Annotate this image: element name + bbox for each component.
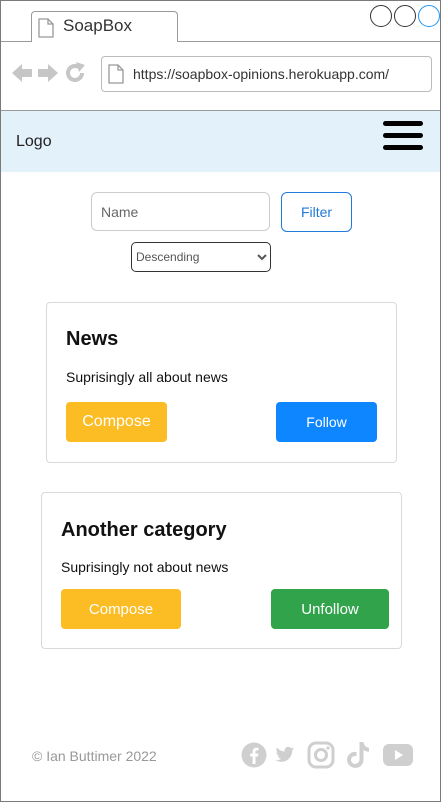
facebook-icon[interactable] bbox=[241, 742, 267, 773]
category-description: Suprisingly all about news bbox=[66, 369, 228, 385]
app-header: Logo bbox=[1, 111, 440, 172]
compose-button[interactable]: Compose bbox=[61, 589, 181, 629]
filter-button[interactable]: Filter bbox=[281, 192, 352, 232]
close-button[interactable] bbox=[418, 5, 440, 27]
nav-buttons bbox=[11, 61, 87, 90]
tab-title: SoapBox bbox=[63, 16, 132, 35]
category-title: Another category bbox=[61, 519, 227, 541]
logo[interactable]: Logo bbox=[16, 133, 52, 151]
page-icon bbox=[38, 18, 54, 43]
browser-window: SoapBox https://soapbox-opinions.herokua… bbox=[0, 0, 441, 802]
forward-arrow-icon[interactable] bbox=[37, 62, 59, 89]
browser-tab[interactable]: SoapBox bbox=[31, 11, 178, 42]
hamburger-menu-icon[interactable] bbox=[383, 121, 423, 157]
name-filter-input[interactable] bbox=[91, 192, 270, 231]
category-card: News Suprisingly all about news Compose … bbox=[46, 302, 397, 463]
window-controls bbox=[370, 5, 440, 27]
youtube-icon[interactable] bbox=[383, 744, 413, 771]
page-icon bbox=[108, 64, 124, 89]
category-description: Suprisingly not about news bbox=[61, 559, 229, 575]
url-text: https://soapbox-opinions.herokuapp.com/ bbox=[133, 66, 390, 82]
follow-button[interactable]: Follow bbox=[276, 402, 377, 442]
twitter-icon[interactable] bbox=[275, 746, 295, 769]
category-title: News bbox=[66, 328, 119, 350]
url-bar[interactable]: https://soapbox-opinions.herokuapp.com/ bbox=[101, 56, 432, 92]
copyright-text: © Ian Buttimer 2022 bbox=[32, 748, 157, 764]
social-links bbox=[241, 741, 413, 774]
maximize-button[interactable] bbox=[394, 5, 416, 27]
sort-order-select[interactable]: Descending bbox=[131, 242, 271, 272]
minimize-button[interactable] bbox=[370, 5, 392, 27]
compose-button[interactable]: Compose bbox=[66, 402, 167, 442]
reload-icon[interactable] bbox=[63, 61, 87, 90]
category-card: Another category Suprisingly not about n… bbox=[41, 492, 402, 649]
back-arrow-icon[interactable] bbox=[11, 62, 33, 89]
unfollow-button[interactable]: Unfollow bbox=[271, 589, 389, 629]
instagram-icon[interactable] bbox=[307, 741, 335, 774]
tiktok-icon[interactable] bbox=[347, 741, 371, 774]
